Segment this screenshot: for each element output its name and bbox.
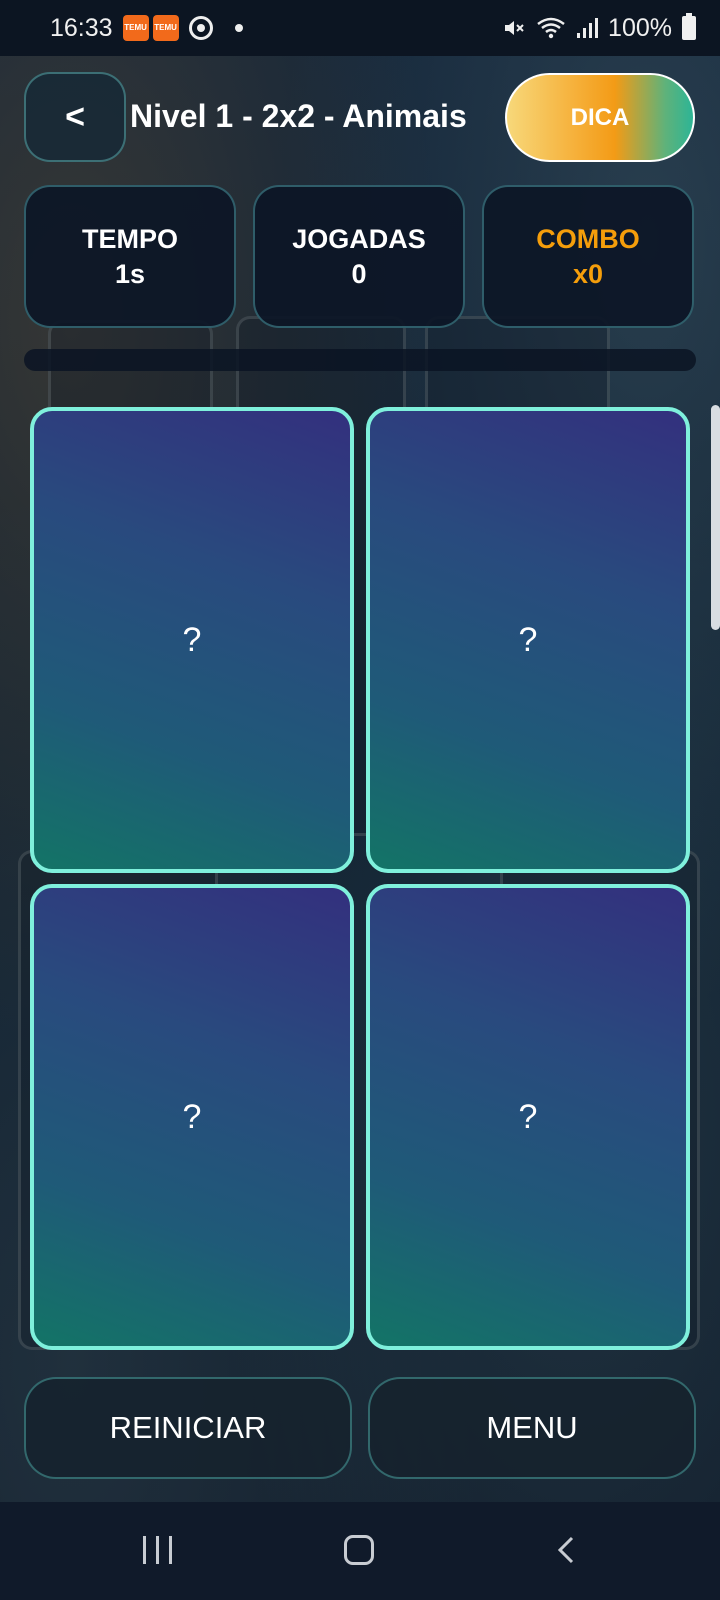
hint-button[interactable]: DICA (505, 73, 695, 162)
memory-card[interactable]: ? (30, 884, 354, 1350)
stat-time-label: TEMPO (81, 223, 178, 254)
sync-icon (188, 16, 213, 40)
stat-moves-label: JOGADAS (292, 223, 426, 254)
mute-icon (505, 21, 524, 35)
menu-button[interactable]: MENU (368, 1377, 696, 1479)
stat-moves: JOGADAS 0 (253, 185, 465, 328)
status-bar: 16:33 TEMU TEMU 100% (0, 0, 720, 56)
battery-percentage: 100% (608, 13, 672, 42)
stat-combo: COMBO x0 (482, 185, 694, 328)
status-right: 100% (502, 13, 696, 43)
recents-icon[interactable] (143, 1536, 175, 1564)
signal-icon (577, 18, 599, 38)
wifi-icon (537, 17, 565, 39)
memory-card[interactable]: ? (30, 407, 354, 873)
back-button[interactable]: < (24, 72, 126, 162)
memory-card[interactable]: ? (366, 884, 690, 1350)
progress-bar (24, 349, 696, 371)
temu-icon: TEMU (152, 15, 179, 41)
status-time: 16:33 (50, 13, 113, 42)
restart-button[interactable]: REINICIAR (24, 1377, 352, 1479)
home-icon[interactable] (344, 1535, 374, 1565)
stat-moves-value: 0 (351, 258, 367, 289)
temu-icon: TEMU (122, 15, 149, 41)
page-title: Nivel 1 - 2x2 - Animais (130, 98, 467, 134)
stat-combo-value: x0 (572, 258, 604, 289)
stat-time: TEMPO 1s (24, 185, 236, 328)
dot-icon (234, 24, 243, 32)
nav-back-icon[interactable] (556, 1536, 576, 1564)
stat-combo-label: COMBO (536, 223, 640, 254)
scrollbar[interactable] (711, 405, 720, 630)
stat-time-value: 1s (114, 258, 146, 289)
battery-icon (682, 13, 696, 40)
game-screen: 16:33 TEMU TEMU 100% < Nivel 1 - 2x2 - A… (0, 0, 720, 1600)
memory-card[interactable]: ? (366, 407, 690, 873)
